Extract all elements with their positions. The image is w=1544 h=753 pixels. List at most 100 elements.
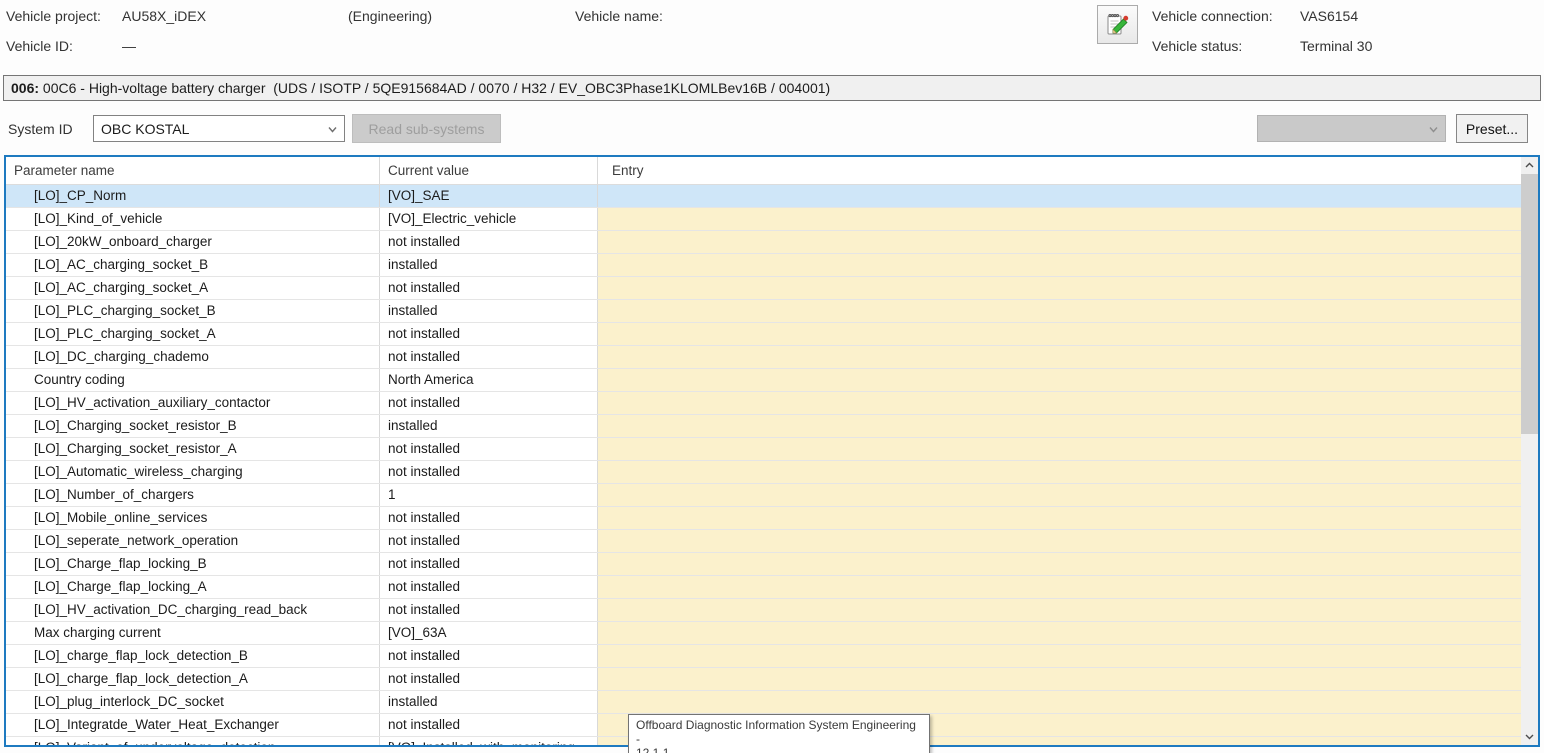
table-row[interactable]: [LO]_CP_Norm[VO]_SAE <box>6 185 1521 208</box>
read-subsystems-button[interactable]: Read sub-systems <box>352 114 501 143</box>
table-row[interactable]: [LO]_Charge_flap_locking_Bnot installed <box>6 553 1521 576</box>
table-row[interactable]: [LO]_DC_charging_chademonot installed <box>6 346 1521 369</box>
entry-cell[interactable] <box>598 645 1521 667</box>
current-value-cell: installed <box>380 691 598 713</box>
entry-cell[interactable] <box>598 415 1521 437</box>
current-value-cell: 1 <box>380 484 598 506</box>
entry-cell[interactable] <box>598 208 1521 230</box>
entry-cell[interactable] <box>598 323 1521 345</box>
entry-cell[interactable] <box>598 484 1521 506</box>
param-name-cell: [LO]_PLC_charging_socket_B <box>6 300 380 322</box>
entry-cell[interactable] <box>598 185 1521 207</box>
scrollbar-thumb[interactable] <box>1521 174 1538 434</box>
param-name-cell: [LO]_seperate_network_operation <box>6 530 380 552</box>
table-row[interactable]: [LO]_Charging_socket_resistor_Binstalled <box>6 415 1521 438</box>
chevron-down-icon <box>1427 123 1440 136</box>
entry-cell[interactable] <box>598 599 1521 621</box>
preset-button[interactable]: Preset... <box>1456 114 1528 143</box>
table-row[interactable]: [LO]_Charging_socket_resistor_Anot insta… <box>6 438 1521 461</box>
entry-cell[interactable] <box>598 691 1521 713</box>
current-value-cell: not installed <box>380 461 598 483</box>
table-row[interactable]: [LO]_Number_of_chargers1 <box>6 484 1521 507</box>
preset-select[interactable] <box>1257 115 1446 142</box>
entry-cell[interactable] <box>598 369 1521 391</box>
column-header-entry[interactable]: Entry <box>598 157 1521 184</box>
chevron-down-icon <box>1524 731 1535 742</box>
table-row[interactable]: [LO]_seperate_network_operationnot insta… <box>6 530 1521 553</box>
entry-cell[interactable] <box>598 346 1521 368</box>
entry-cell[interactable] <box>598 392 1521 414</box>
param-name-cell: Max charging current <box>6 622 380 644</box>
entry-cell[interactable] <box>598 231 1521 253</box>
entry-cell[interactable] <box>598 300 1521 322</box>
table-row[interactable]: Country codingNorth America <box>6 369 1521 392</box>
table-row[interactable]: [LO]_Mobile_online_servicesnot installed <box>6 507 1521 530</box>
log-button[interactable] <box>1097 5 1138 44</box>
param-table-body: [LO]_CP_Norm[VO]_SAE[LO]_Kind_of_vehicle… <box>6 185 1521 745</box>
vehicle-info-header: Vehicle project: AU58X_iDEX (Engineering… <box>0 0 1544 70</box>
table-row[interactable]: [LO]_AC_charging_socket_Anot installed <box>6 277 1521 300</box>
param-name-cell: [LO]_AC_charging_socket_B <box>6 254 380 276</box>
column-header-parameter-name[interactable]: Parameter name <box>6 157 380 184</box>
current-value-cell: not installed <box>380 668 598 690</box>
vehicle-status-value: Terminal 30 <box>1300 38 1372 54</box>
param-name-cell: [LO]_HV_activation_auxiliary_contactor <box>6 392 380 414</box>
current-value-cell: not installed <box>380 346 598 368</box>
current-value-cell: not installed <box>380 553 598 575</box>
scroll-up-button[interactable] <box>1521 157 1538 174</box>
vehicle-project-value: AU58X_iDEX <box>122 8 206 24</box>
current-value-cell: not installed <box>380 392 598 414</box>
table-row[interactable]: [LO]_HV_activation_DC_charging_read_back… <box>6 599 1521 622</box>
param-name-cell: Country coding <box>6 369 380 391</box>
current-value-cell: not installed <box>380 507 598 529</box>
entry-cell[interactable] <box>598 507 1521 529</box>
entry-cell[interactable] <box>598 622 1521 644</box>
system-id-label: System ID <box>8 121 73 137</box>
ecu-number: 006: <box>11 80 39 96</box>
table-row[interactable]: Max charging current[VO]_63A <box>6 622 1521 645</box>
table-row[interactable]: [LO]_Charge_flap_locking_Anot installed <box>6 576 1521 599</box>
vehicle-status-label: Vehicle status: <box>1152 38 1242 54</box>
entry-cell[interactable] <box>598 576 1521 598</box>
param-name-cell: [LO]_HV_activation_DC_charging_read_back <box>6 599 380 621</box>
table-row[interactable]: [LO]_HV_activation_auxiliary_contactorno… <box>6 392 1521 415</box>
notepad-pencil-icon <box>1104 11 1131 38</box>
vehicle-connection-value: VAS6154 <box>1300 8 1358 24</box>
current-value-cell: [VO]_Electric_vehicle <box>380 208 598 230</box>
table-row[interactable]: [LO]_Automatic_wireless_chargingnot inst… <box>6 461 1521 484</box>
vehicle-name-label: Vehicle name: <box>575 8 663 24</box>
current-value-cell: not installed <box>380 576 598 598</box>
table-row[interactable]: [LO]_charge_flap_lock_detection_Anot ins… <box>6 668 1521 691</box>
chevron-down-icon <box>326 123 339 136</box>
param-name-cell: [LO]_Charge_flap_locking_A <box>6 576 380 598</box>
entry-cell[interactable] <box>598 553 1521 575</box>
param-table-header: Parameter name Current value Entry <box>6 157 1521 185</box>
table-row[interactable]: [LO]_20kW_onboard_chargernot installed <box>6 231 1521 254</box>
table-row[interactable]: [LO]_PLC_charging_socket_Anot installed <box>6 323 1521 346</box>
table-row[interactable]: [LO]_Kind_of_vehicle[VO]_Electric_vehicl… <box>6 208 1521 231</box>
entry-cell[interactable] <box>598 277 1521 299</box>
current-value-cell: not installed <box>380 599 598 621</box>
entry-cell[interactable] <box>598 668 1521 690</box>
vehicle-id-value: — <box>122 38 136 54</box>
current-value-cell: installed <box>380 300 598 322</box>
param-name-cell: [LO]_Automatic_wireless_charging <box>6 461 380 483</box>
entry-cell[interactable] <box>598 530 1521 552</box>
entry-cell[interactable] <box>598 461 1521 483</box>
current-value-cell: [VO]_SAE <box>380 185 598 207</box>
table-row[interactable]: [LO]_plug_interlock_DC_socketinstalled <box>6 691 1521 714</box>
entry-cell[interactable] <box>598 438 1521 460</box>
param-name-cell: [LO]_Kind_of_vehicle <box>6 208 380 230</box>
vertical-scrollbar[interactable] <box>1521 157 1538 745</box>
table-row[interactable]: [LO]_AC_charging_socket_Binstalled <box>6 254 1521 277</box>
entry-cell[interactable] <box>598 254 1521 276</box>
vehicle-project-label: Vehicle project: <box>6 8 101 24</box>
param-name-cell: [LO]_charge_flap_lock_detection_A <box>6 668 380 690</box>
system-id-select[interactable]: OBC KOSTAL <box>93 115 345 142</box>
table-row[interactable]: [LO]_charge_flap_lock_detection_Bnot ins… <box>6 645 1521 668</box>
param-name-cell: [LO]_PLC_charging_socket_A <box>6 323 380 345</box>
version-tooltip: Offboard Diagnostic Information System E… <box>628 714 930 753</box>
scroll-down-button[interactable] <box>1521 728 1538 745</box>
table-row[interactable]: [LO]_PLC_charging_socket_Binstalled <box>6 300 1521 323</box>
column-header-current-value[interactable]: Current value <box>380 157 598 184</box>
